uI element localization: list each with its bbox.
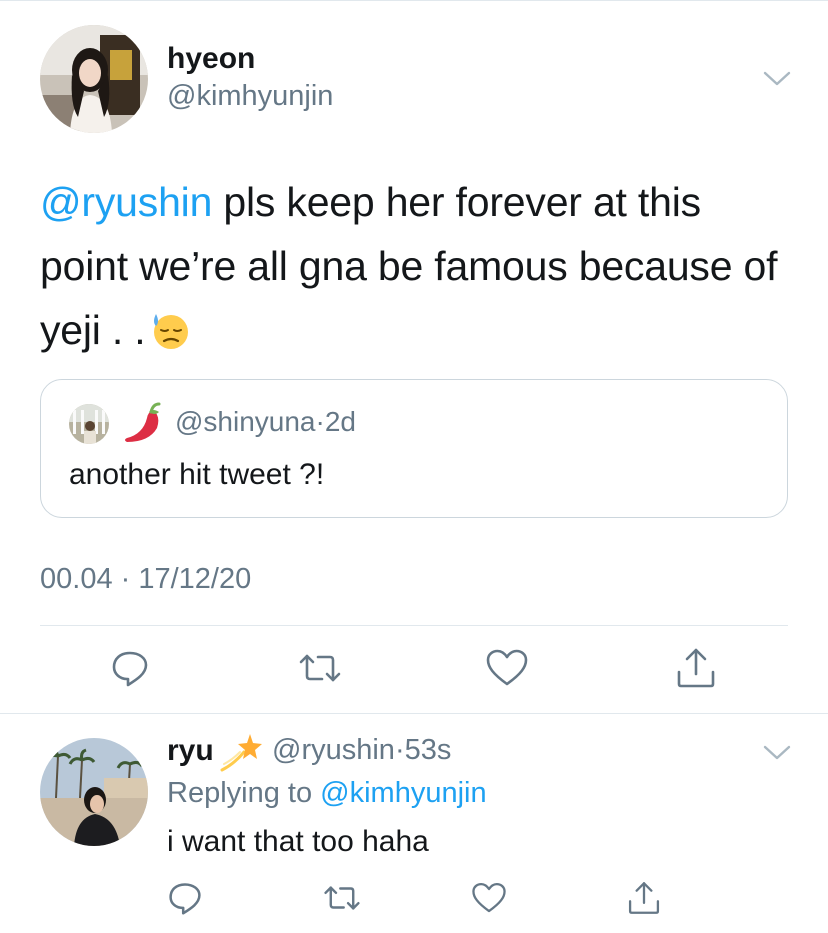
author-name[interactable]: hyeon <box>167 42 255 76</box>
like-button[interactable] <box>485 648 529 692</box>
reply-author-handle[interactable]: @ryushin <box>272 734 395 766</box>
quoted-time: 2d <box>324 406 356 437</box>
like-icon <box>471 881 507 920</box>
replying-to: Replying to @kimhyunjin <box>167 777 487 810</box>
separator: · <box>394 734 405 766</box>
reply-retweet-button[interactable] <box>322 880 362 920</box>
reply-like-button[interactable] <box>469 880 509 920</box>
dizzy-sparkle-icon <box>220 730 264 779</box>
quoted-author-avatar[interactable] <box>69 404 109 444</box>
quoted-meta: @shinyuna·2d <box>175 406 356 438</box>
quoted-handle[interactable]: @shinyuna <box>175 406 316 437</box>
replying-handle-link[interactable]: @kimhyunjin <box>320 777 486 809</box>
retweet-icon <box>298 648 342 693</box>
reply-text: i want that too haha <box>167 825 429 858</box>
chevron-down-icon[interactable] <box>762 68 792 88</box>
top-divider <box>0 0 828 1</box>
retweet-icon <box>323 880 361 921</box>
quoted-text: another hit tweet ?! <box>69 458 325 491</box>
reply-share-button[interactable] <box>624 880 664 920</box>
tweet-divider <box>0 713 828 714</box>
reply-icon <box>110 648 150 693</box>
mention-link[interactable]: @ryushin <box>40 179 212 225</box>
reply-icon <box>167 880 203 921</box>
reply-reply-button[interactable] <box>165 880 205 920</box>
retweet-button[interactable] <box>298 648 342 692</box>
author-avatar[interactable] <box>40 25 148 133</box>
share-icon <box>626 880 662 921</box>
author-handle[interactable]: @kimhyunjin <box>167 80 333 113</box>
reply-button[interactable] <box>108 648 152 692</box>
hot-pepper-icon <box>119 402 165 451</box>
share-button[interactable] <box>674 648 718 692</box>
replying-label: Replying to <box>167 777 321 809</box>
reply-meta: @ryushin·53s <box>272 734 451 767</box>
tweet-text: @ryushin pls keep her forever at this po… <box>40 170 800 368</box>
like-icon <box>485 648 529 693</box>
downcast-face-with-sweat-icon <box>150 304 190 368</box>
action-divider <box>40 625 788 626</box>
separator: · <box>315 406 325 437</box>
tweet-timestamp[interactable]: 00.04 · 17/12/20 <box>40 563 251 596</box>
reply-author-avatar[interactable] <box>40 738 148 846</box>
reply-time: 53s <box>404 734 452 766</box>
reply-author-name[interactable]: ryu <box>167 734 214 768</box>
quoted-tweet[interactable]: @shinyuna·2d another hit tweet ?! <box>40 379 788 518</box>
chevron-down-icon[interactable] <box>762 742 792 762</box>
share-icon <box>674 646 718 695</box>
